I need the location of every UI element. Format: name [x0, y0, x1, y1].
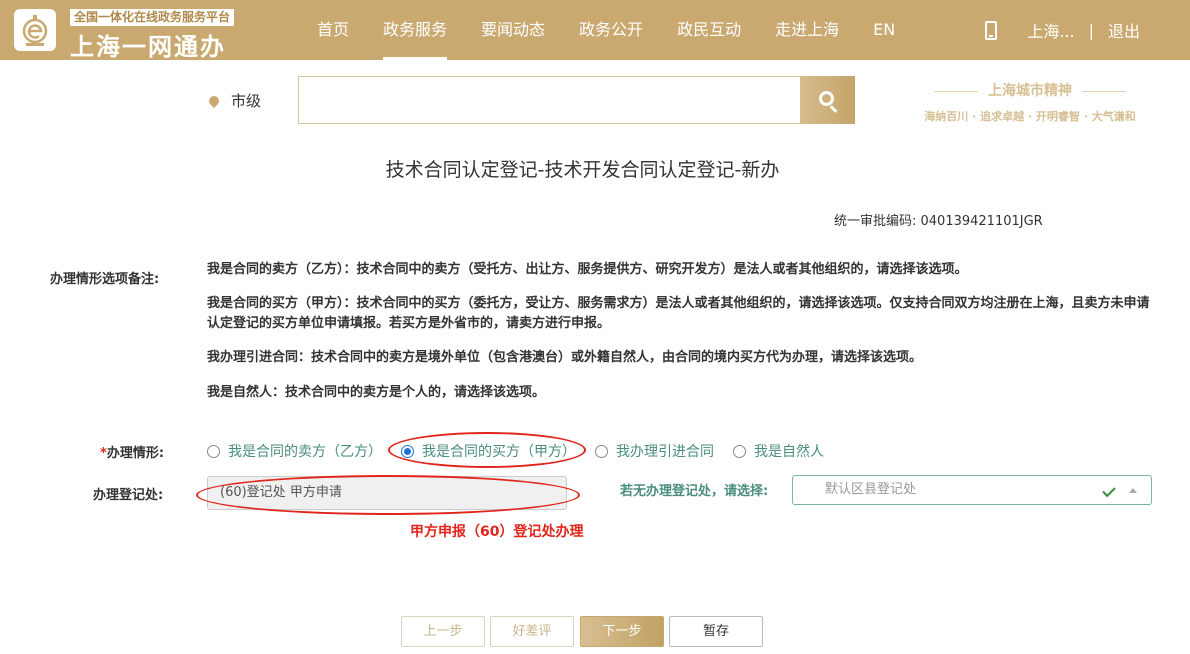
city-spirit-banner: 上海城市精神 海纳百川 · 追求卓越 · 开明睿智 · 大气谦和	[912, 80, 1148, 124]
office-select-value: 默认区县登记处	[825, 482, 917, 497]
nav-interaction[interactable]: 政民互动	[660, 0, 758, 60]
office-field: (60)登记处 甲方申请	[207, 476, 567, 510]
situation-label: *办理情形:	[100, 446, 165, 461]
note-natural-person: 我是自然人：技术合同中的卖方是个人的，请选择该选项。	[207, 385, 546, 400]
page-title: 技术合同认定登记-技术开发合同认定登记-新办	[385, 159, 780, 181]
office-label: 办理登记处:	[93, 488, 164, 503]
radio-import-label: 我办理引进合同	[616, 444, 714, 460]
radio-import[interactable]: 我办理引进合同	[595, 441, 714, 461]
annotation-text: 甲方申报（60）登记处办理	[410, 524, 584, 540]
office-select[interactable]: 默认区县登记处	[792, 475, 1152, 505]
note-buyer: 我是合同的买方（甲方）：技术合同中的买方（委托方，受让方、服务需求方）是法人或者…	[207, 296, 1150, 331]
nav-gov-affairs[interactable]: 政务公开	[562, 0, 660, 60]
radio-seller[interactable]: 我是合同的卖方（乙方）	[207, 441, 382, 461]
search-icon	[819, 91, 834, 106]
logout-link[interactable]: 退出	[1108, 18, 1140, 42]
approval-code: 统一审批编码: 040139421101JGR	[834, 214, 1043, 229]
required-mark: *	[100, 446, 107, 461]
nav-gov-services[interactable]: 政务服务	[366, 0, 464, 60]
save-draft-button[interactable]: 暂存	[669, 616, 763, 647]
header-separator: |	[1088, 20, 1094, 40]
city-spirit-motto: 海纳百川 · 追求卓越 · 开明睿智 · 大气谦和	[924, 110, 1136, 123]
note-import: 我办理引进合同：技术合同中的卖方是境外单位（包含港澳台）或外籍自然人，由合同的境…	[207, 350, 923, 365]
location-label: 市级	[231, 92, 262, 110]
location-selector[interactable]: 市级	[206, 90, 262, 111]
city-spirit-title: 上海城市精神	[912, 80, 1148, 100]
main-nav: 首页 政务服务 要闻动态 政务公开 政民互动 走进上海 EN	[300, 0, 912, 60]
nav-news[interactable]: 要闻动态	[464, 0, 562, 60]
radio-circle-checked[interactable]	[401, 444, 414, 458]
radio-natural-person-label: 我是自然人	[754, 444, 824, 460]
header-user-area: 上海... | 退出	[985, 0, 1140, 60]
radio-natural-person[interactable]: 我是自然人	[733, 441, 824, 461]
nav-english[interactable]: EN	[856, 0, 912, 60]
location-pin-icon	[206, 93, 222, 108]
nav-about-shanghai[interactable]: 走进上海	[758, 0, 856, 60]
radio-circle[interactable]	[595, 444, 608, 458]
mobile-phone-icon[interactable]	[985, 20, 998, 40]
note-seller: 我是合同的卖方（乙方）：技术合同中的卖方（受托方、出让方、服务提供方、研究开发方…	[207, 262, 968, 277]
shanghai-logo-icon[interactable]	[14, 9, 56, 51]
nav-home[interactable]: 首页	[300, 0, 366, 60]
brand-title[interactable]: 上海一网通办	[70, 27, 226, 62]
user-name[interactable]: 上海...	[1027, 18, 1074, 42]
radio-buyer-label: 我是合同的买方（甲方）	[422, 444, 576, 460]
notes-label: 办理情形选项备注:	[50, 272, 160, 287]
next-button[interactable]: 下一步	[580, 616, 664, 647]
caret-up-icon[interactable]	[1129, 488, 1137, 493]
radio-circle[interactable]	[733, 444, 746, 458]
top-header: 全国一体化在线政务服务平台 上海一网通办 首页 政务服务 要闻动态 政务公开 政…	[0, 0, 1190, 62]
fallback-hint: 若无办理登记处，请选择:	[620, 484, 769, 499]
radio-circle[interactable]	[207, 444, 220, 458]
platform-subtitle: 全国一体化在线政务服务平台	[70, 9, 235, 26]
radio-seller-label: 我是合同的卖方（乙方）	[228, 444, 382, 460]
check-icon	[1102, 483, 1116, 498]
prev-button[interactable]: 上一步	[401, 616, 485, 647]
search-button[interactable]	[800, 76, 855, 124]
review-button[interactable]: 好差评	[490, 616, 574, 647]
search-input[interactable]	[298, 76, 801, 124]
radio-buyer[interactable]: 我是合同的买方（甲方）	[401, 441, 576, 461]
